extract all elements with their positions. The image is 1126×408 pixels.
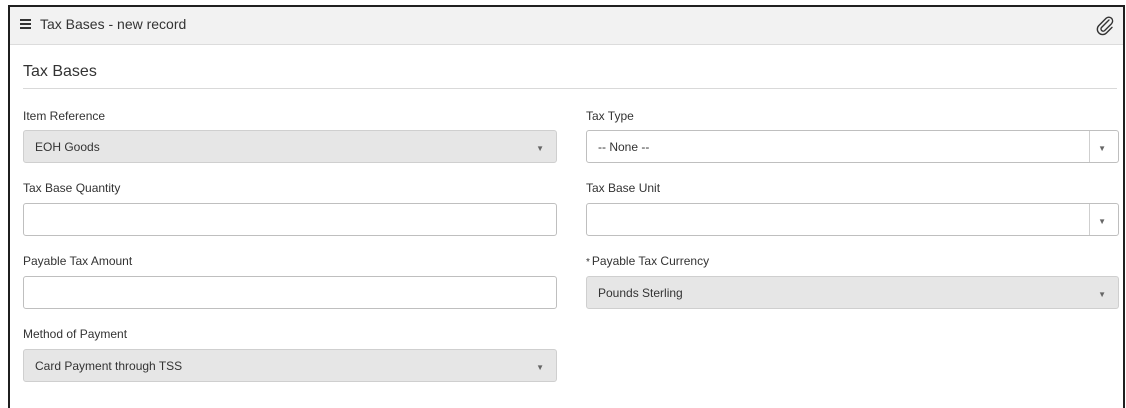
tax-type-label: Tax Type (586, 109, 634, 123)
tax-base-unit-select[interactable]: ▼ (586, 203, 1119, 236)
item-reference-value: EOH Goods (35, 140, 100, 154)
payable-tax-currency-select[interactable]: Pounds Sterling ▼ (586, 276, 1119, 309)
tax-type-select[interactable]: -- None -- ▼ (586, 130, 1119, 163)
tax-type-value: -- None -- (598, 140, 650, 154)
form-panel: Tax Bases - new record Tax Bases Item Re… (8, 5, 1125, 408)
payable-tax-amount-input[interactable] (23, 276, 557, 309)
tax-base-quantity-label: Tax Base Quantity (23, 181, 121, 195)
paperclip-icon[interactable] (1095, 14, 1115, 36)
payable-tax-currency-label-text: Payable Tax Currency (591, 254, 710, 268)
method-of-payment-select[interactable]: Card Payment through TSS ▼ (23, 349, 557, 382)
section-title: Tax Bases (23, 63, 97, 80)
method-of-payment-value: Card Payment through TSS (35, 359, 183, 373)
chevron-down-icon: ▼ (1098, 217, 1106, 226)
item-reference-select[interactable]: EOH Goods ▼ (23, 130, 557, 163)
payable-tax-currency-label: * Payable Tax Currency (586, 254, 709, 268)
select-divider (1089, 131, 1090, 162)
hamburger-menu-icon[interactable] (20, 19, 31, 29)
chevron-down-icon: ▼ (536, 363, 544, 372)
method-of-payment-label: Method of Payment (23, 327, 128, 341)
tax-base-unit-label: Tax Base Unit (586, 181, 661, 195)
payable-tax-amount-label: Payable Tax Amount (23, 254, 133, 268)
required-marker: * (586, 257, 590, 268)
form-title: Tax Bases - new record (40, 16, 187, 32)
item-reference-label: Item Reference (23, 109, 106, 123)
select-divider (1089, 204, 1090, 235)
form-header: Tax Bases - new record (10, 7, 1123, 45)
tax-base-quantity-input[interactable] (23, 203, 557, 236)
section-divider (23, 88, 1117, 89)
chevron-down-icon: ▼ (536, 144, 544, 153)
chevron-down-icon: ▼ (1098, 290, 1106, 299)
chevron-down-icon: ▼ (1098, 144, 1106, 153)
payable-tax-currency-value: Pounds Sterling (598, 286, 683, 300)
